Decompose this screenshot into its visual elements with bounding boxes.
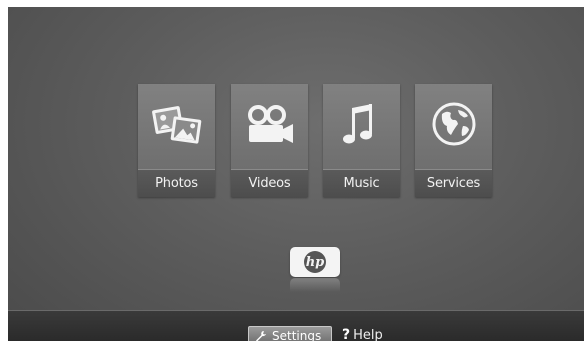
hp-logo-mark: hp [304, 251, 326, 273]
videos-label: Videos [248, 176, 291, 191]
wrench-icon [255, 327, 267, 341]
music-label: Music [343, 176, 380, 191]
videos-label-bar: Videos [231, 169, 308, 197]
services-label: Services [426, 176, 481, 191]
media-home-screen: Photos Videos Music Services hp Settings… [8, 7, 584, 341]
photos-icon [138, 96, 215, 156]
settings-button[interactable]: Settings [248, 326, 332, 341]
photos-tile[interactable]: Photos [138, 84, 215, 197]
services-label-bar: Services [415, 169, 492, 197]
bottom-bar: Settings ? Help [8, 310, 584, 341]
globe-icon [415, 96, 492, 156]
music-label-bar: Music [323, 169, 400, 197]
help-button[interactable]: ? Help [342, 327, 383, 341]
services-tile[interactable]: Services [415, 84, 492, 197]
video-camera-icon [231, 96, 308, 156]
help-label: Help [353, 327, 383, 341]
music-tile[interactable]: Music [323, 84, 400, 197]
hp-logo-reflection [290, 278, 340, 292]
photos-label-bar: Photos [138, 169, 215, 197]
hp-logo: hp [290, 247, 340, 277]
videos-tile[interactable]: Videos [231, 84, 308, 197]
hp-logo-text: hp [306, 255, 325, 270]
settings-label: Settings [272, 329, 322, 341]
music-note-icon [323, 96, 400, 156]
photos-label: Photos [155, 176, 198, 191]
help-icon: ? [342, 327, 351, 341]
